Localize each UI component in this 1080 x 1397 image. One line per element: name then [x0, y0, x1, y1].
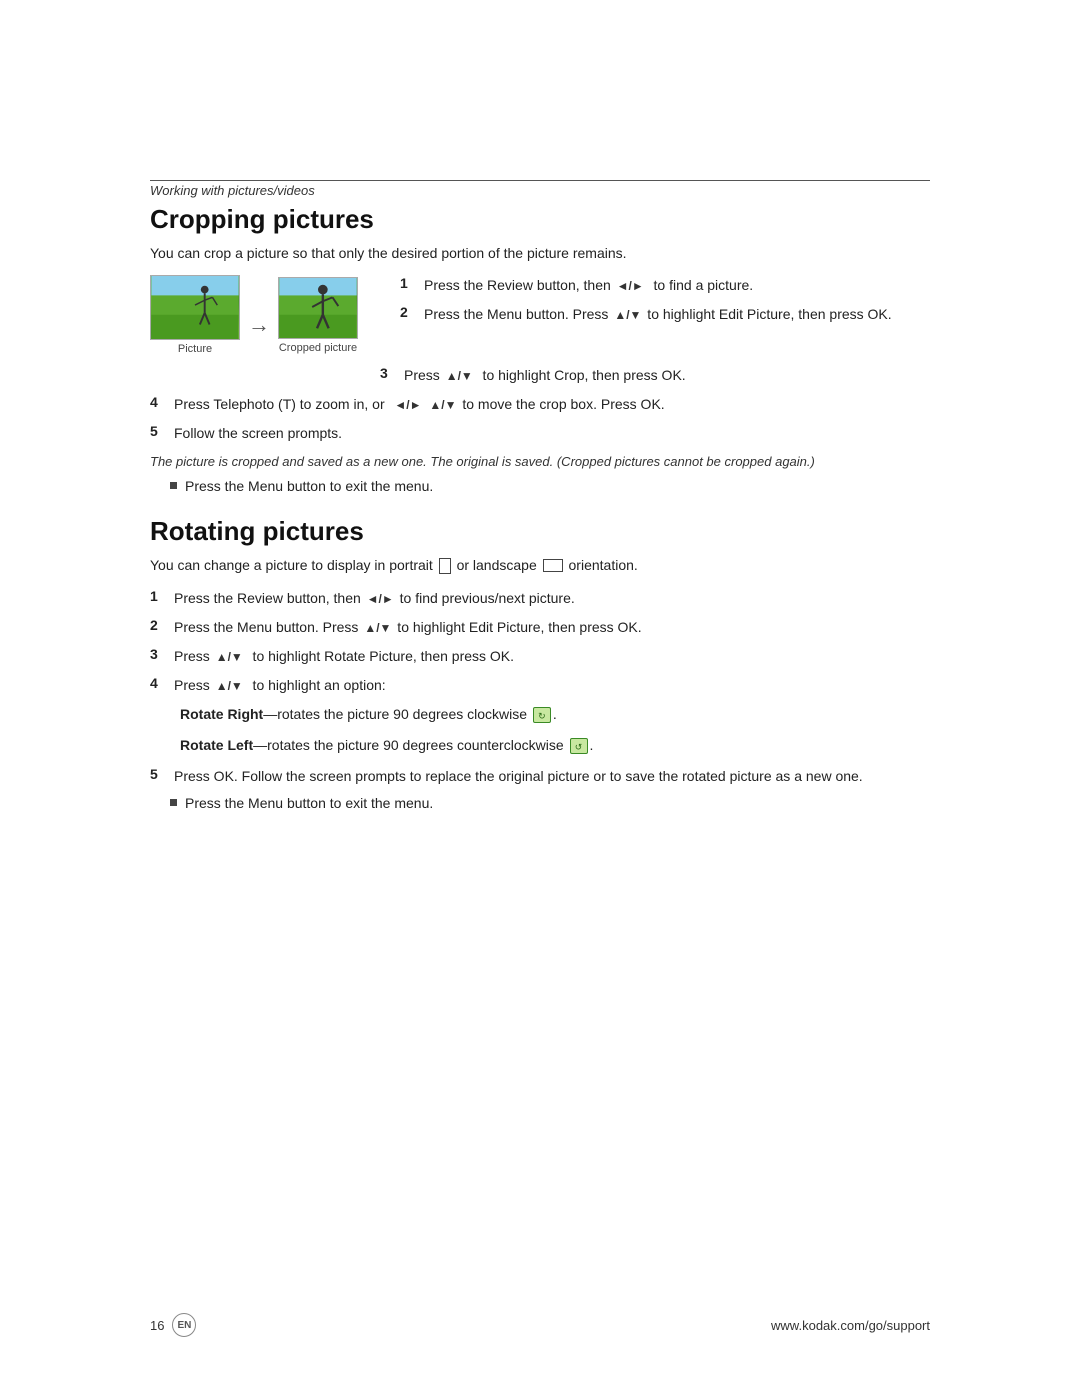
rotate-left-dash: —: [253, 737, 267, 753]
nav-ud-r4: ▲/▼: [216, 677, 243, 695]
step-text-5: Follow the screen prompts.: [174, 423, 342, 444]
crop-step-3: 3 Press ▲/▼ to highlight Crop, then pres…: [380, 365, 930, 386]
rotate-step-2: 2 Press the Menu button. Press ▲/▼ to hi…: [150, 617, 930, 638]
rotate-left-icon: ↺: [570, 738, 588, 754]
original-image-label: Picture: [178, 343, 212, 355]
crop-step-1: 1 Press the Review button, then ◄/► to f…: [400, 275, 930, 296]
section-label: Working with pictures/videos: [150, 183, 930, 198]
step-num-4: 4: [150, 394, 170, 410]
rotate-bullet-icon: [170, 799, 177, 806]
nav-icon-lr: ◄/►: [394, 396, 421, 414]
rotate-bullet-text: Press the Menu button to exit the menu.: [185, 795, 433, 811]
step-num-5: 5: [150, 423, 170, 439]
updown-nav-icon-2: ▲/▼: [614, 306, 641, 324]
rotate-step-text-1: Press the Review button, then ◄/► to fin…: [174, 588, 575, 609]
rotate-right-block: Rotate Right—rotates the picture 90 degr…: [180, 704, 930, 725]
rotate-right-text: Rotate Right—rotates the picture 90 degr…: [180, 706, 557, 722]
rotate-right-desc: rotates the picture 90 degrees clockwise: [277, 706, 527, 722]
rotate-right-icon: ↻: [533, 707, 551, 723]
rotate-intro-text: You can change a picture to display in p…: [150, 557, 433, 573]
step-num-2: 2: [400, 304, 420, 320]
nav-ud-r2: ▲/▼: [364, 619, 391, 637]
cropped-image-block: Cropped picture: [278, 277, 358, 354]
nav-lr-1: ◄/►: [367, 590, 394, 608]
rotate-step-text-2: Press the Menu button. Press ▲/▼ to high…: [174, 617, 642, 638]
original-image: [150, 275, 240, 340]
rotate-left-desc: rotates the picture 90 degrees countercl…: [267, 737, 564, 753]
rotate-step-text-4: Press ▲/▼ to highlight an option:: [174, 675, 386, 696]
step-text-1: Press the Review button, then ◄/► to fin…: [424, 275, 753, 296]
rotate-step-text-3: Press ▲/▼ to highlight Rotate Picture, t…: [174, 646, 514, 667]
rotate-step-num-2: 2: [150, 617, 170, 633]
nav-ud-r3: ▲/▼: [216, 648, 243, 666]
page-number: 16: [150, 1318, 164, 1333]
rotate-intro-text3: orientation.: [569, 557, 638, 573]
footer-url: www.kodak.com/go/support: [771, 1318, 930, 1333]
step-text-3: Press ▲/▼ to highlight Crop, then press …: [404, 365, 686, 386]
rotate-step-text-5: Press OK. Follow the screen prompts to r…: [174, 766, 863, 787]
footer-left: 16 EN: [150, 1313, 196, 1337]
bullet-icon: [170, 482, 177, 489]
crop-note: The picture is cropped and saved as a ne…: [150, 452, 930, 472]
crop-bullet: Press the Menu button to exit the menu.: [170, 478, 930, 494]
rotate-bullet: Press the Menu button to exit the menu.: [170, 795, 930, 811]
crop-bullet-text: Press the Menu button to exit the menu.: [185, 478, 433, 494]
crop-images: Picture →: [150, 275, 380, 355]
rotate-step-num-5: 5: [150, 766, 170, 782]
rotate-left-block: Rotate Left—rotates the picture 90 degre…: [180, 735, 930, 756]
crop-intro: You can crop a picture so that only the …: [150, 245, 930, 261]
en-badge: EN: [172, 1313, 196, 1337]
rotate-right-label: Rotate Right: [180, 706, 263, 722]
rotate-left-label: Rotate Left: [180, 737, 253, 753]
step-text-2: Press the Menu button. Press ▲/▼ to high…: [424, 304, 892, 325]
rotate-step-num-4: 4: [150, 675, 170, 691]
leftright-nav-icon: ◄/►: [617, 277, 644, 295]
rotate-left-text: Rotate Left—rotates the picture 90 degre…: [180, 737, 593, 753]
crop-step-5: 5 Follow the screen prompts.: [150, 423, 930, 444]
crop-step-4: 4 Press Telephoto (T) to zoom in, or ◄/►…: [150, 394, 930, 415]
step-text-4: Press Telephoto (T) to zoom in, or ◄/► ▲…: [174, 394, 665, 415]
rotate-intro-text2: or landscape: [457, 557, 537, 573]
crop-figure: Picture →: [150, 275, 930, 355]
crop-steps-col: 1 Press the Review button, then ◄/► to f…: [400, 275, 930, 333]
rotate-step-3: 3 Press ▲/▼ to highlight Rotate Picture,…: [150, 646, 930, 667]
rotate-step-5: 5 Press OK. Follow the screen prompts to…: [150, 766, 930, 787]
rotate-step-num-3: 3: [150, 646, 170, 662]
step-num-1: 1: [400, 275, 420, 291]
landscape-icon: [543, 559, 563, 572]
cropped-image-label: Cropped picture: [279, 342, 357, 354]
portrait-icon: [439, 558, 451, 574]
rotate-intro: You can change a picture to display in p…: [150, 557, 930, 574]
rotate-step-1: 1 Press the Review button, then ◄/► to f…: [150, 588, 930, 609]
rotate-step-num-1: 1: [150, 588, 170, 604]
footer: 16 EN www.kodak.com/go/support: [150, 1313, 930, 1337]
rotate-right-dash: —: [263, 706, 277, 722]
nav-icon-ud: ▲/▼: [429, 396, 456, 414]
page-content: Working with pictures/videos Cropping pi…: [150, 0, 930, 895]
rotate-step-4: 4 Press ▲/▼ to highlight an option:: [150, 675, 930, 696]
original-image-block: Picture: [150, 275, 240, 355]
step-num-3: 3: [380, 365, 400, 381]
arrow-right-icon: →: [248, 292, 270, 338]
updown-nav-icon-3: ▲/▼: [446, 367, 473, 385]
crop-title: Cropping pictures: [150, 204, 930, 235]
crop-step-2: 2 Press the Menu button. Press ▲/▼ to hi…: [400, 304, 930, 325]
section-divider: [150, 180, 930, 181]
cropped-image: [278, 277, 358, 339]
rotate-title: Rotating pictures: [150, 516, 930, 547]
